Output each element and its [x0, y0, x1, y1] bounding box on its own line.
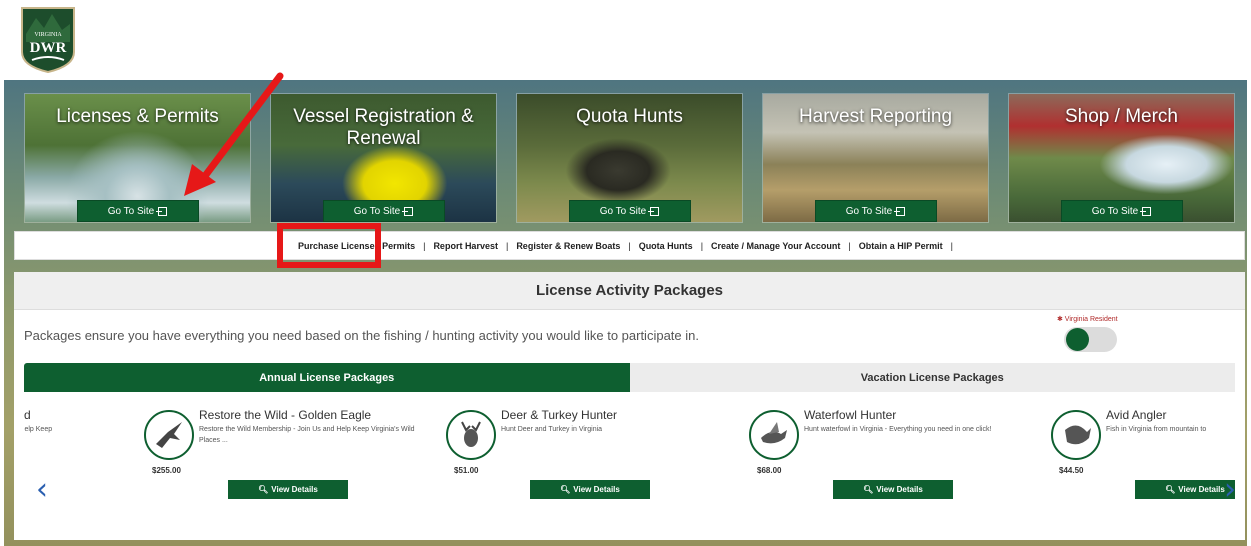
external-link-icon [1140, 206, 1152, 216]
package-card[interactable]: Deer & Turkey Hunter Hunt Deer and Turke… [446, 402, 746, 502]
nav-separator: | [628, 240, 631, 251]
package-description: Fish in Virginia from mountain to [1106, 426, 1207, 433]
carousel-prev-arrow[interactable]: ‹ [36, 472, 48, 507]
nav-separator: | [423, 240, 426, 251]
deer-icon [446, 410, 496, 460]
go-to-site-button[interactable]: Go To Site [568, 200, 691, 222]
view-details-button[interactable]: 🔍︎ View Details [530, 480, 650, 499]
toggle-knob [1066, 328, 1089, 351]
panel-heading: License Activity Packages [14, 272, 1245, 310]
package-carousel: d oin Us and Help Keep Restore the Wild … [24, 402, 1235, 502]
view-details-button[interactable]: 🔍︎ View Details [228, 480, 348, 499]
search-icon: 🔍︎ [258, 485, 269, 494]
view-details-button[interactable]: 🔍︎ View Details [833, 480, 953, 499]
tile-title: Harvest Reporting [798, 106, 953, 127]
license-packages-panel: License Activity Packages Packages ensur… [14, 272, 1245, 540]
view-details-button[interactable]: 🔍︎ View Details [1135, 480, 1235, 499]
tile-harvest-reporting[interactable]: Harvest Reporting Go To Site [762, 93, 989, 223]
nav-quota-hunts[interactable]: Quota Hunts [639, 241, 693, 251]
duck-icon [749, 410, 799, 460]
go-to-site-button[interactable]: Go To Site [814, 200, 937, 222]
package-title: Waterfowl Hunter [804, 408, 897, 422]
external-link-icon [402, 206, 414, 216]
button-label: Go To Site [107, 205, 155, 217]
nav-manage-account[interactable]: Create / Manage Your Account [711, 241, 840, 251]
package-title: Deer & Turkey Hunter [501, 408, 618, 422]
button-label: Go To Site [353, 205, 401, 217]
search-icon: 🔍︎ [1165, 485, 1176, 494]
button-label: View Details [876, 485, 923, 494]
dwr-logo[interactable]: VIRGINIA DWR [18, 4, 78, 74]
package-description: Hunt Deer and Turkey in Virginia [501, 426, 603, 433]
tile-licenses-permits[interactable]: Licenses & Permits Go To Site [24, 93, 251, 223]
tab-annual-packages[interactable]: Annual License Packages [24, 363, 630, 392]
tile-quota-hunts[interactable]: Quota Hunts Go To Site [516, 93, 743, 223]
nav-hip-permit[interactable]: Obtain a HIP Permit [859, 241, 943, 251]
tile-title: Licenses & Permits [56, 106, 219, 127]
package-price: $255.00 [152, 466, 181, 475]
button-label: View Details [1178, 485, 1225, 494]
tile-shop-merch[interactable]: Shop / Merch Go To Site [1008, 93, 1235, 223]
go-to-site-button[interactable]: Go To Site [1060, 200, 1183, 222]
nav-purchase-license[interactable]: Purchase License / Permits [298, 241, 415, 251]
package-price: $51.00 [454, 466, 479, 475]
search-icon: 🔍︎ [863, 485, 874, 494]
carousel-next-arrow[interactable]: › [1224, 472, 1236, 507]
button-label: Go To Site [1091, 205, 1139, 217]
package-title: Restore the Wild - Golden Eagle [199, 408, 372, 422]
tile-title: Quota Hunts [576, 106, 683, 127]
resident-label: ✱ Virginia Resident [1057, 316, 1118, 323]
tile-title: Shop / Merch [1065, 106, 1178, 127]
package-tabs: Annual License Packages Vacation License… [24, 363, 1235, 392]
nav-register-boats[interactable]: Register & Renew Boats [516, 241, 620, 251]
package-description: Restore the Wild Membership - Join Us an… [199, 426, 415, 444]
eagle-icon [144, 410, 194, 460]
button-label: View Details [271, 485, 318, 494]
package-price: $68.00 [757, 466, 782, 475]
tile-title: Vessel Registration & Renewal [293, 106, 474, 149]
package-description: oin Us and Help Keep [24, 426, 53, 433]
nav-separator: | [950, 240, 953, 251]
external-link-icon [156, 206, 168, 216]
button-label: Go To Site [599, 205, 647, 217]
go-to-site-button[interactable]: Go To Site [322, 200, 445, 222]
nav-separator: | [848, 240, 851, 251]
panel-description: Packages ensure you have everything you … [24, 328, 699, 343]
button-label: Go To Site [845, 205, 893, 217]
package-description: Hunt waterfowl in Virginia - Everything … [804, 426, 992, 433]
logo-top-text: VIRGINIA [34, 32, 62, 38]
package-title: Avid Angler [1106, 408, 1167, 422]
resident-toggle[interactable] [1064, 327, 1117, 352]
package-card[interactable]: Waterfowl Hunter Hunt waterfowl in Virgi… [749, 402, 1049, 502]
package-title: d [24, 408, 31, 422]
button-label: View Details [573, 485, 620, 494]
search-icon: 🔍︎ [560, 485, 571, 494]
tile-vessel-registration[interactable]: Vessel Registration & Renewal Go To Site [270, 93, 497, 223]
nav-separator: | [700, 240, 704, 251]
go-to-site-button[interactable]: Go To Site [76, 200, 199, 222]
fish-icon [1051, 410, 1101, 460]
nav-report-harvest[interactable]: Report Harvest [433, 241, 498, 251]
external-link-icon [648, 206, 660, 216]
external-link-icon [894, 206, 906, 216]
nav-separator: | [505, 240, 509, 251]
quick-links-nav: Purchase License / Permits | Report Harv… [14, 231, 1245, 260]
package-card[interactable]: Avid Angler Fish in Virginia from mounta… [1051, 402, 1235, 502]
package-price: $44.50 [1059, 466, 1084, 475]
logo-main-text: DWR [30, 40, 67, 56]
tab-vacation-packages[interactable]: Vacation License Packages [629, 363, 1235, 392]
package-card[interactable]: Restore the Wild - Golden Eagle Restore … [144, 402, 444, 502]
